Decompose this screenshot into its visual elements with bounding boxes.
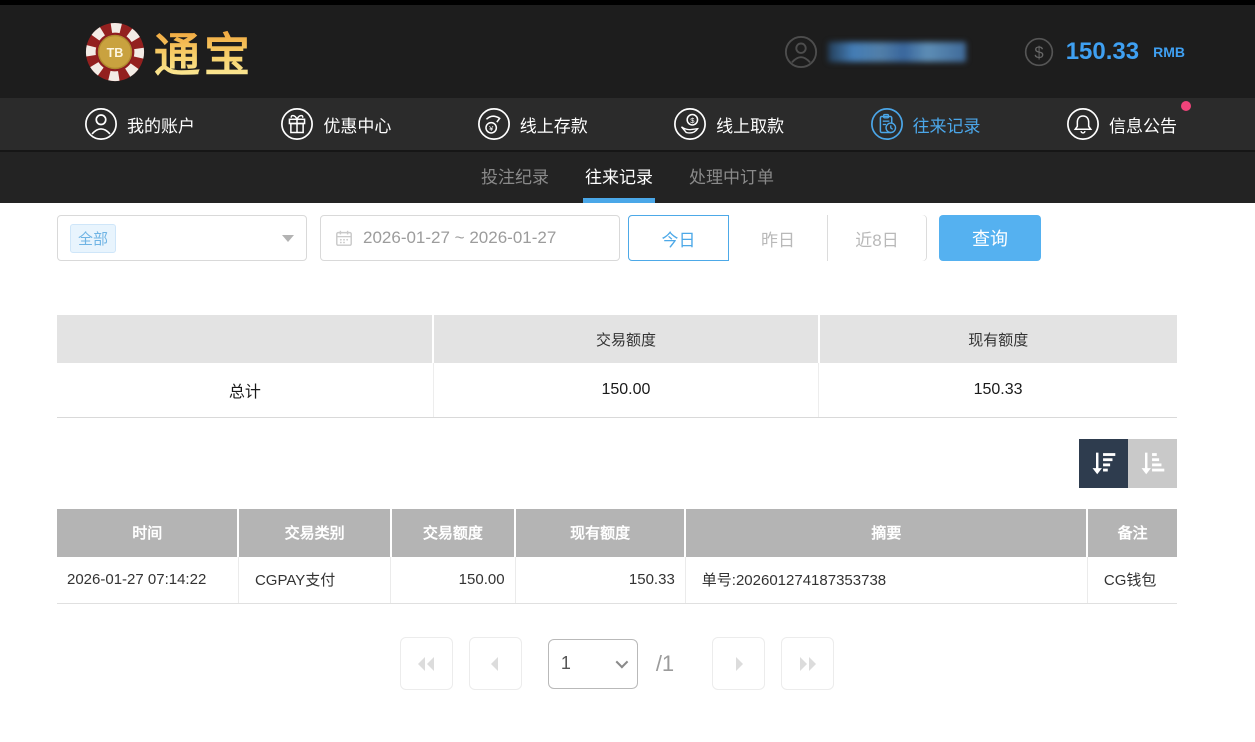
cell-summary: 单号:202601274187353738 <box>685 557 1087 604</box>
current-page: 1 <box>561 653 571 674</box>
summary-total-label: 总计 <box>57 363 433 417</box>
next-page-button[interactable] <box>712 637 765 690</box>
records-icon <box>870 107 904 141</box>
summary-header-transaction: 交易额度 <box>433 315 818 363</box>
tab-betting-records[interactable]: 投注纪录 <box>479 155 551 203</box>
bell-icon <box>1066 107 1100 141</box>
double-left-arrow-icon <box>414 652 438 676</box>
table-row: 2026-01-27 07:14:22 CGPAY支付 150.00 150.3… <box>57 557 1177 604</box>
cell-transaction-amount: 150.00 <box>391 557 515 604</box>
username-masked <box>828 42 966 62</box>
sort-descending-icon <box>1088 447 1120 479</box>
tab-transaction-records[interactable]: 往来记录 <box>583 155 655 203</box>
col-current-amount: 现有额度 <box>515 509 685 557</box>
nav-label: 线上存款 <box>520 112 588 137</box>
col-type: 交易类别 <box>238 509 390 557</box>
summary-current-amount: 150.33 <box>819 363 1177 417</box>
last-page-button[interactable] <box>781 637 834 690</box>
summary-header-empty <box>57 315 433 363</box>
first-page-button[interactable] <box>400 637 453 690</box>
cell-time: 2026-01-27 07:14:22 <box>57 557 238 604</box>
main-nav: 我的账户 优惠中心 ¥ 线上存款 $ 线上取款 <box>0 98 1255 152</box>
sort-descending-button[interactable] <box>1079 439 1128 488</box>
search-button[interactable]: 查询 <box>939 215 1041 261</box>
balance-currency: RMB <box>1153 44 1185 60</box>
notification-dot <box>1181 101 1191 111</box>
col-transaction-amount: 交易额度 <box>391 509 515 557</box>
page-select[interactable]: 1 <box>548 639 638 689</box>
quick-date-button-group: 今日 昨日 近8日 <box>628 215 927 261</box>
sub-nav: 投注纪录 往来记录 处理中订单 <box>0 152 1255 203</box>
nav-label: 优惠中心 <box>323 112 391 137</box>
poker-chip-icon: TB <box>84 21 146 83</box>
transactions-table: 时间 交易类别 交易额度 现有额度 摘要 备注 2026-01-27 07:14… <box>57 509 1177 605</box>
user-avatar-icon <box>784 35 818 69</box>
nav-item-promotions[interactable]: 优惠中心 <box>280 107 391 141</box>
cell-current-amount: 150.33 <box>515 557 685 604</box>
cell-note: CG钱包 <box>1087 557 1177 604</box>
withdraw-icon: $ <box>673 107 707 141</box>
user-account-area[interactable] <box>784 35 966 69</box>
svg-text:$: $ <box>1034 42 1043 61</box>
gift-icon <box>280 107 314 141</box>
date-range-value: 2026-01-27 ~ 2026-01-27 <box>363 228 556 248</box>
dollar-coin-icon: $ <box>1024 37 1054 67</box>
nav-label: 我的账户 <box>127 112 195 137</box>
pagination: 1 /1 <box>57 637 1177 690</box>
type-select-dropdown[interactable]: 全部 <box>57 215 307 261</box>
nav-item-transaction-records[interactable]: 往来记录 <box>870 107 981 141</box>
total-pages: /1 <box>656 651 674 677</box>
last-8-days-button[interactable]: 近8日 <box>827 215 926 261</box>
filter-row: 全部 2026-01-27 ~ 2026-01-27 今日 昨日 近8日 查询 <box>57 215 1177 261</box>
left-arrow-icon <box>483 652 507 676</box>
wallet-balance[interactable]: $ 150.33 RMB <box>1024 37 1185 67</box>
sort-ascending-icon <box>1137 447 1169 479</box>
svg-text:TB: TB <box>107 45 124 59</box>
brand-name: 通宝 <box>154 19 254 85</box>
right-arrow-icon <box>727 652 751 676</box>
balance-amount: 150.33 <box>1066 38 1139 66</box>
user-icon <box>84 107 118 141</box>
cell-type: CGPAY支付 <box>238 557 390 604</box>
brand-logo[interactable]: TB 通宝 <box>84 19 254 85</box>
nav-label: 线上取款 <box>716 112 784 137</box>
sort-ascending-button[interactable] <box>1128 439 1177 488</box>
col-summary: 摘要 <box>685 509 1087 557</box>
summary-header-row: 交易额度 现有额度 <box>57 315 1177 363</box>
deposit-icon: ¥ <box>477 107 511 141</box>
today-button[interactable]: 今日 <box>628 215 729 261</box>
nav-label: 往来记录 <box>913 112 981 137</box>
col-note: 备注 <box>1087 509 1177 557</box>
content-area: 全部 2026-01-27 ~ 2026-01-27 今日 昨日 近8日 查询 <box>0 203 1255 690</box>
chevron-down-icon <box>282 235 294 242</box>
nav-item-withdraw[interactable]: $ 线上取款 <box>673 107 784 141</box>
site-header: TB 通宝 $ 150.33 RMB <box>0 5 1255 98</box>
nav-label: 信息公告 <box>1109 112 1177 137</box>
table-header-row: 时间 交易类别 交易额度 现有额度 摘要 备注 <box>57 509 1177 557</box>
summary-header-current: 现有额度 <box>819 315 1177 363</box>
type-select-value: 全部 <box>70 224 116 253</box>
calendar-icon <box>335 229 353 247</box>
previous-page-button[interactable] <box>469 637 522 690</box>
tab-pending-orders[interactable]: 处理中订单 <box>687 155 776 203</box>
summary-transaction-amount: 150.00 <box>433 363 818 417</box>
sort-controls <box>57 439 1177 488</box>
nav-item-announcements[interactable]: 信息公告 <box>1066 107 1177 141</box>
nav-item-deposit[interactable]: ¥ 线上存款 <box>477 107 588 141</box>
nav-item-my-account[interactable]: 我的账户 <box>84 107 195 141</box>
double-right-arrow-icon <box>796 652 820 676</box>
col-time: 时间 <box>57 509 238 557</box>
date-range-input[interactable]: 2026-01-27 ~ 2026-01-27 <box>320 215 620 261</box>
yesterday-button[interactable]: 昨日 <box>728 215 827 261</box>
summary-total-row: 总计 150.00 150.33 <box>57 363 1177 417</box>
summary-table: 交易额度 现有额度 总计 150.00 150.33 <box>57 315 1177 418</box>
chevron-down-icon <box>615 656 628 669</box>
